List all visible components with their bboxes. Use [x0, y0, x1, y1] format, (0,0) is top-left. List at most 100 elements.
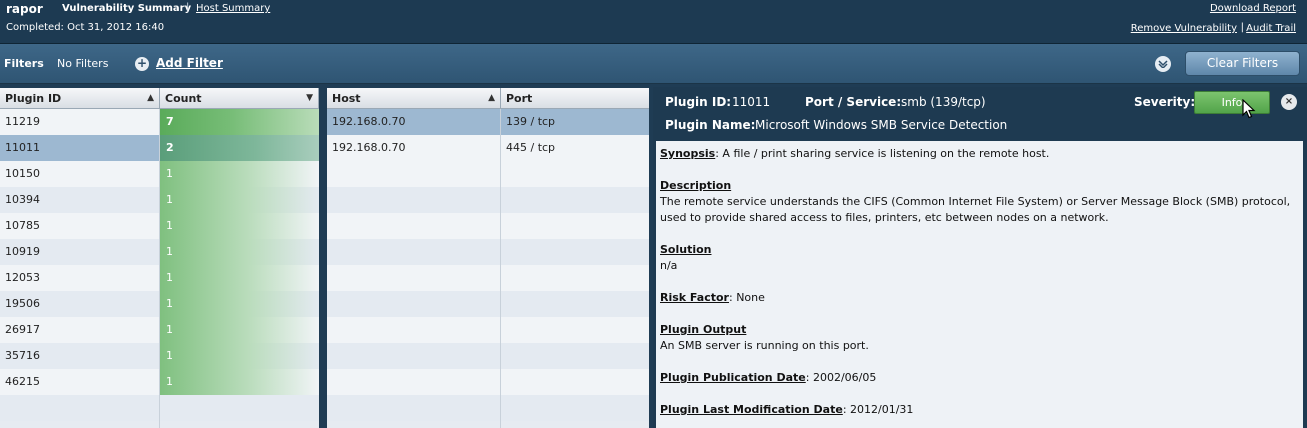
- filters-status: No Filters: [57, 57, 109, 70]
- mouse-cursor-icon: [1242, 99, 1256, 119]
- risk-factor-section: Risk Factor: None: [660, 290, 1299, 306]
- plugin-id-cell: 12053: [5, 271, 40, 284]
- modification-date-text: : 2012/01/31: [842, 403, 914, 416]
- publication-date-text: : 2002/06/05: [805, 371, 877, 384]
- plugin-detail-panel: Plugin ID: 11011 Port / Service: smb (13…: [653, 87, 1307, 428]
- empty-row: [327, 187, 649, 213]
- severity-button[interactable]: Info: [1194, 91, 1270, 114]
- description-label: Description: [660, 179, 732, 192]
- host-table: Host ▲ Port 192.168.0.70 139 / tcp 192.16…: [327, 88, 649, 428]
- empty-row: [327, 369, 649, 395]
- modification-date-label: Plugin Last Modification Date: [660, 403, 843, 416]
- plugin-table: Plugin ID ▲ Count ▼ 11219 7 11011 2 10150 1…: [0, 88, 319, 428]
- description-text: The remote service understands the CIFS …: [660, 195, 1291, 224]
- count-cell: 1: [160, 317, 319, 343]
- port-cell: 445 / tcp: [506, 141, 556, 154]
- plugin-id-cell: 10394: [5, 193, 40, 206]
- top-header: rapor Vulnerability Summary | Host Summa…: [0, 0, 1307, 44]
- count-cell: 2: [160, 135, 319, 161]
- download-report-link[interactable]: Download Report: [1210, 3, 1296, 14]
- close-icon[interactable]: ×: [1281, 94, 1297, 110]
- chevron-down-icon[interactable]: [1155, 56, 1171, 72]
- synopsis-label: Synopsis: [660, 147, 716, 160]
- count-cell: 1: [160, 369, 319, 395]
- add-filter-icon[interactable]: +: [135, 57, 149, 71]
- clear-filters-button[interactable]: Clear Filters: [1185, 51, 1300, 76]
- plugin-id-cell: 46215: [5, 375, 40, 388]
- filters-label: Filters: [4, 57, 44, 70]
- filter-bar: Filters No Filters + Add Filter Clear Fi…: [0, 44, 1307, 84]
- plugin-output-text: An SMB server is running on this port.: [660, 339, 869, 352]
- count-cell: 1: [160, 343, 319, 369]
- link-separator: |: [1240, 22, 1244, 33]
- port-service-label: Port / Service:: [805, 95, 902, 109]
- publication-date-section: Plugin Publication Date: 2002/06/05: [660, 370, 1299, 386]
- description-section: Description The remote service understan…: [660, 178, 1299, 226]
- remove-vulnerability-link[interactable]: Remove Vulnerability: [1131, 23, 1237, 34]
- count-cell: 1: [160, 213, 319, 239]
- plugin-id-cell: 26917: [5, 323, 40, 336]
- detail-header: Plugin ID: 11011 Port / Service: smb (13…: [653, 87, 1307, 141]
- empty-row: [327, 213, 649, 239]
- risk-factor-label: Risk Factor: [660, 291, 729, 304]
- port-cell: 139 / tcp: [506, 115, 556, 128]
- host-table-header: Host ▲ Port: [327, 88, 649, 109]
- column-host-label: Host: [332, 92, 361, 105]
- plugin-id-cell: 11011: [5, 141, 40, 154]
- column-host[interactable]: Host ▲: [327, 88, 501, 109]
- column-divider: [500, 109, 501, 428]
- detail-body: Synopsis: A file / print sharing service…: [656, 141, 1303, 428]
- publication-date-label: Plugin Publication Date: [660, 371, 806, 384]
- count-cell: 1: [160, 265, 319, 291]
- synopsis-text: : A file / print sharing service is list…: [715, 147, 1050, 160]
- host-cell: 192.168.0.70: [332, 141, 406, 154]
- solution-section: Solution n/a: [660, 242, 1299, 274]
- plugin-id-cell: 10150: [5, 167, 40, 180]
- count-cell: 7: [160, 109, 319, 135]
- empty-row: [327, 395, 649, 421]
- audit-trail-link[interactable]: Audit Trail: [1246, 23, 1296, 34]
- plugin-output-label: Plugin Output: [660, 323, 747, 336]
- sort-desc-icon: ▼: [306, 93, 313, 103]
- column-count[interactable]: Count ▼: [160, 88, 319, 109]
- risk-factor-text: : None: [729, 291, 765, 304]
- column-divider: [159, 109, 160, 428]
- add-filter-link[interactable]: Add Filter: [156, 56, 223, 70]
- solution-text: n/a: [660, 259, 678, 272]
- plugin-name-value: Microsoft Windows SMB Service Detection: [755, 118, 1008, 132]
- synopsis-section: Synopsis: A file / print sharing service…: [660, 146, 1299, 162]
- modification-date-section: Plugin Last Modification Date: 2012/01/3…: [660, 402, 1299, 418]
- empty-row: [327, 291, 649, 317]
- column-count-label: Count: [165, 92, 202, 105]
- plugin-id-value: 11011: [732, 95, 771, 109]
- table-row[interactable]: 192.168.0.70 445 / tcp: [327, 135, 649, 161]
- nav-vulnerability-summary[interactable]: Vulnerability Summary: [62, 3, 191, 14]
- column-plugin-id[interactable]: Plugin ID ▲: [0, 88, 160, 109]
- empty-row: [327, 317, 649, 343]
- count-cell: 1: [160, 239, 319, 265]
- solution-label: Solution: [660, 243, 712, 256]
- count-cell: 1: [160, 161, 319, 187]
- column-port[interactable]: Port: [501, 88, 649, 109]
- plugin-id-label: Plugin ID:: [665, 95, 732, 109]
- count-cell: 1: [160, 291, 319, 317]
- empty-row: [327, 343, 649, 369]
- severity-label: Severity:: [1134, 95, 1196, 109]
- plugin-id-cell: 10919: [5, 245, 40, 258]
- nav-host-summary[interactable]: Host Summary: [196, 3, 270, 14]
- column-plugin-id-label: Plugin ID: [5, 92, 62, 105]
- plugin-table-header: Plugin ID ▲ Count ▼: [0, 88, 319, 109]
- table-row[interactable]: 192.168.0.70 139 / tcp: [327, 109, 649, 135]
- sort-asc-icon: ▲: [147, 93, 154, 103]
- plugin-id-cell: 35716: [5, 349, 40, 362]
- count-cell: 1: [160, 187, 319, 213]
- empty-row: [327, 265, 649, 291]
- nav-separator: |: [186, 2, 190, 13]
- empty-row: [327, 161, 649, 187]
- plugin-output-section: Plugin Output An SMB server is running o…: [660, 322, 1299, 354]
- plugin-id-cell: 11219: [5, 115, 40, 128]
- column-port-label: Port: [506, 92, 533, 105]
- completed-timestamp: Completed: Oct 31, 2012 16:40: [6, 22, 165, 33]
- host-cell: 192.168.0.70: [332, 115, 406, 128]
- port-service-value: smb (139/tcp): [901, 95, 986, 109]
